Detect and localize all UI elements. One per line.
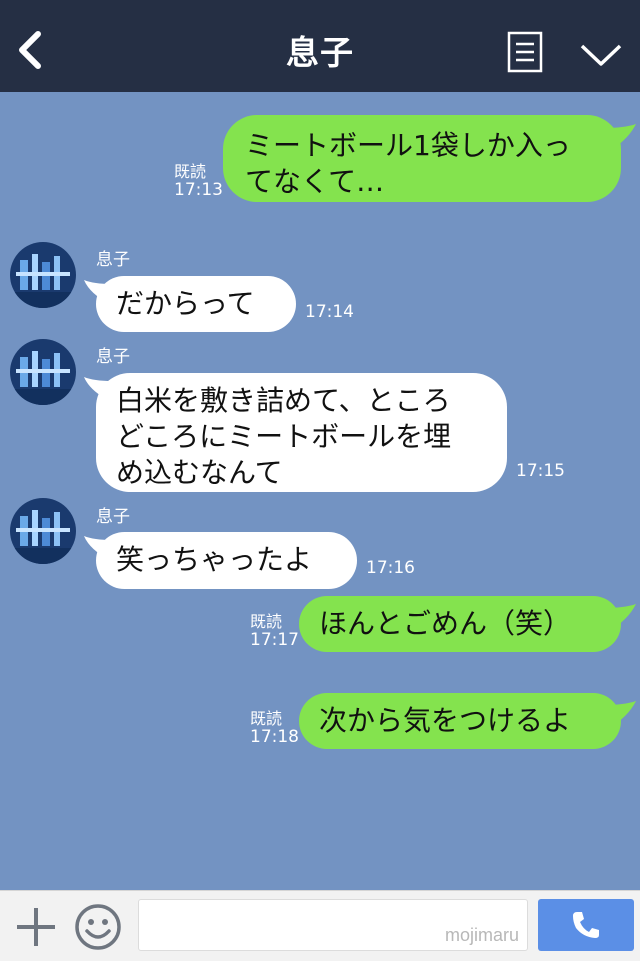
sender-name: 息子 [96,507,130,527]
sender-name: 息子 [96,347,130,367]
message-text-line: てなくて… [245,165,385,198]
message-meta: 既読 17:13 [174,162,223,200]
sender-name: 息子 [96,250,130,270]
plus-icon[interactable] [14,905,58,949]
smile-icon[interactable] [74,903,122,951]
message-text-line: め込むなんて [116,456,283,489]
avatar[interactable] [10,339,76,405]
message-time: 17:18 [250,727,299,747]
avatar-image [10,498,76,564]
message-list[interactable]: ミートボール1袋しか入っ てなくて… 既読 17:13 息子 だからって 17:… [0,92,640,890]
message-meta: 既読 17:18 [250,709,299,747]
my-message-bubble[interactable]: 次から気をつけるよ [299,693,621,749]
bubble-tail-icon [604,124,636,152]
message-meta: 既読 17:17 [250,612,299,650]
message-time: 17:15 [516,461,565,481]
list-icon[interactable] [507,31,543,73]
read-receipt: 既読 [174,162,207,181]
message-text-line: だからって [116,287,255,320]
bubble-tail-icon [604,604,636,632]
read-receipt: 既読 [250,709,283,728]
message-time: 17:14 [305,302,354,322]
message-text-line: どころにミートボールを埋 [116,420,452,453]
avatar-image [10,242,76,308]
message-input[interactable]: mojimaru [138,899,528,951]
chat-header: 息子 [0,0,640,92]
chat-title: 息子 [286,33,354,72]
watermark-text: mojimaru [444,925,519,945]
my-message-bubble[interactable]: ミートボール1袋しか入っ てなくて… [223,115,621,202]
message-time: 17:17 [250,630,299,650]
their-message-bubble[interactable]: 笑っちゃったよ [96,532,357,589]
message-text-line: ミートボール1袋しか入っ [245,129,571,162]
read-receipt: 既読 [250,612,283,631]
message-text-line: 白米を敷き詰めて、ところ [116,384,451,417]
message-time: 17:13 [174,180,223,200]
avatar[interactable] [10,498,76,564]
their-message-bubble[interactable]: だからって [96,276,296,332]
my-message-bubble[interactable]: ほんとごめん（笑） [299,596,621,652]
message-text-line: 笑っちゃったよ [116,543,313,576]
message-text-line: ほんとごめん（笑） [319,607,572,640]
message-composer: mojimaru [0,890,640,961]
avatar-image [10,339,76,405]
phone-icon [573,912,599,938]
bubble-tail-icon [604,701,636,729]
call-button[interactable] [538,899,634,951]
message-text-line: 次から気をつけるよ [319,704,572,737]
message-time: 17:16 [366,558,415,578]
their-message-bubble[interactable]: 白米を敷き詰めて、ところ どころにミートボールを埋 め込むなんて [96,373,507,492]
chevron-down-icon[interactable] [579,38,623,70]
avatar[interactable] [10,242,76,308]
